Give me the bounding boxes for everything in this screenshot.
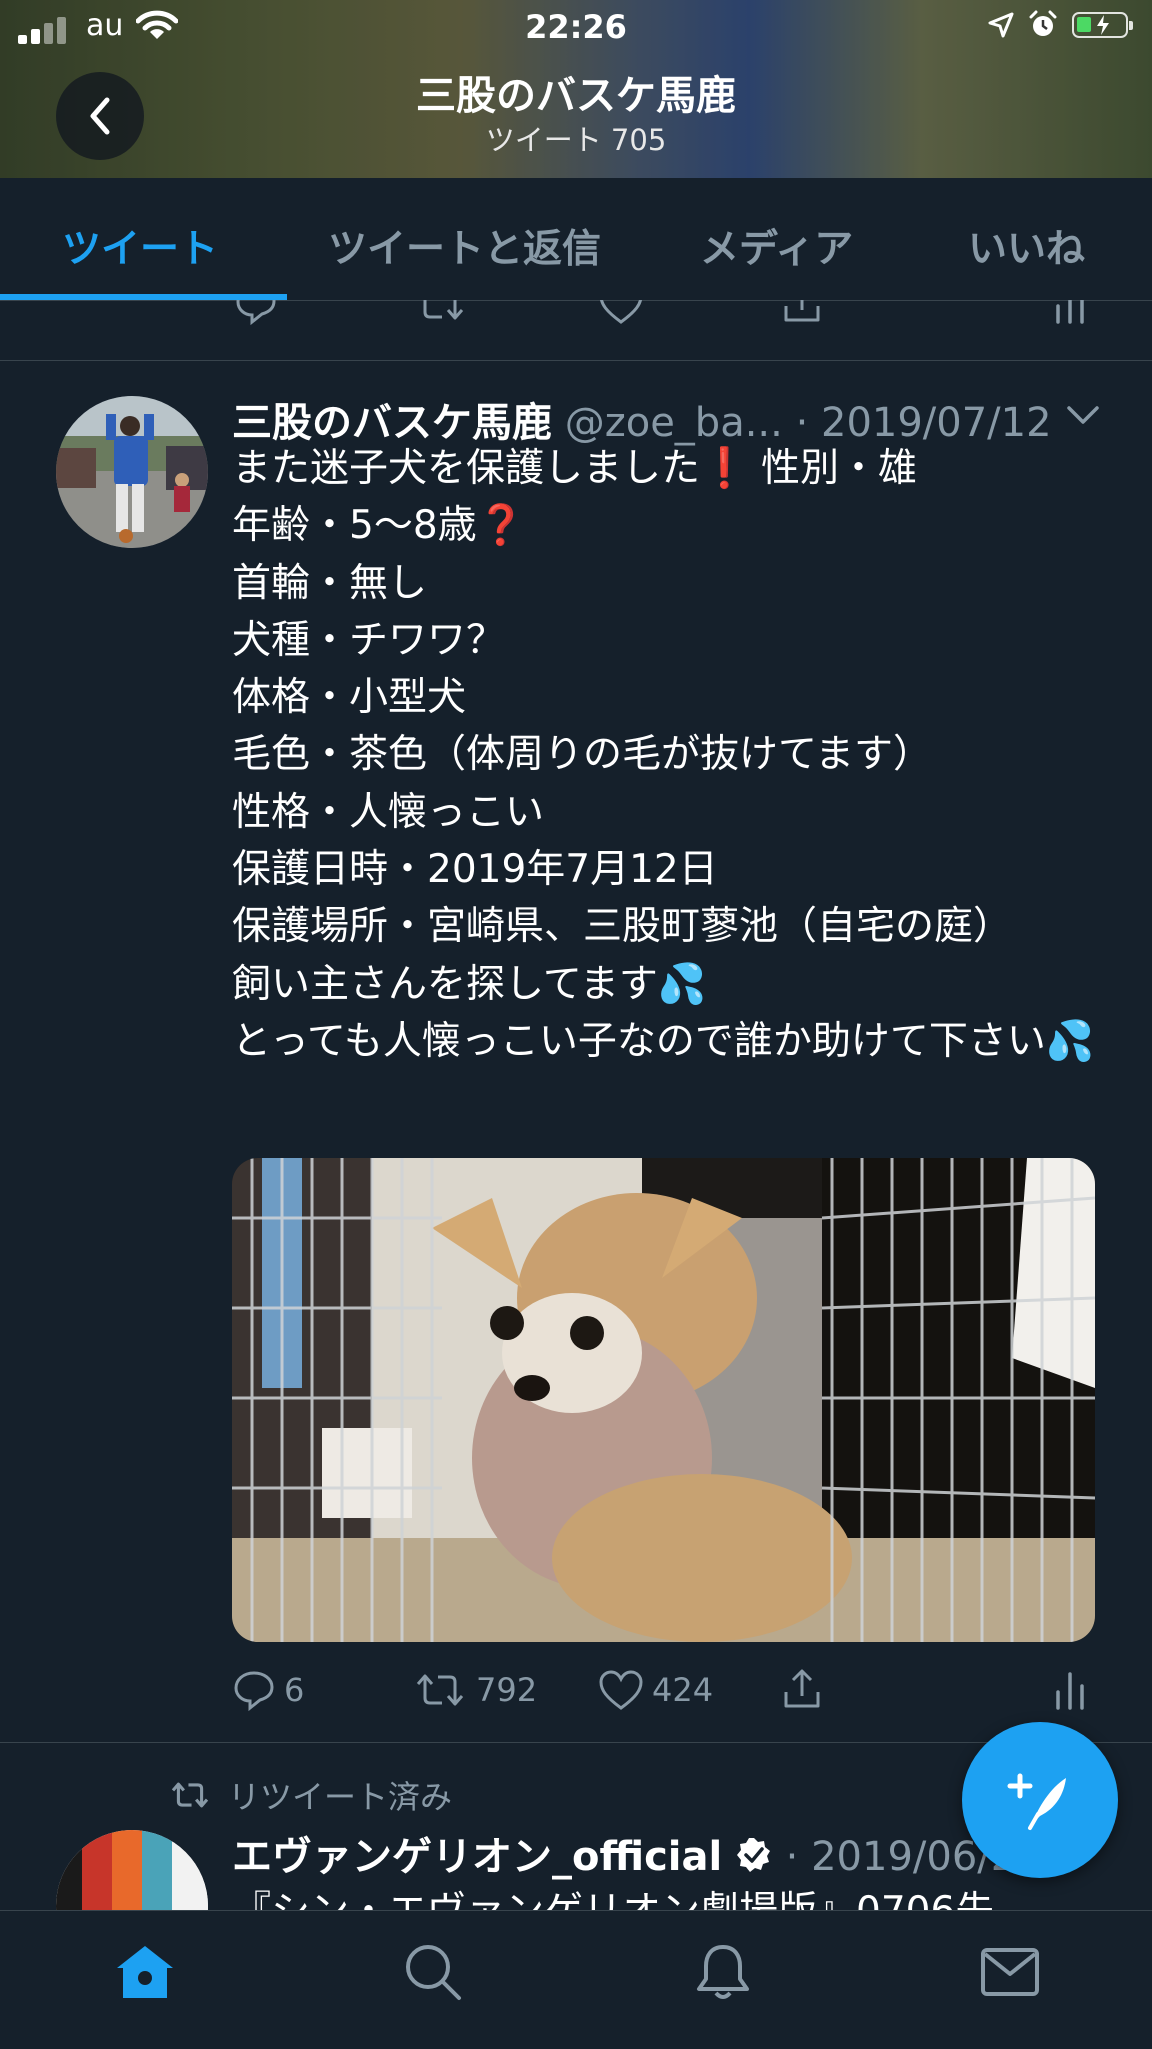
retweet-icon[interactable] [412, 300, 468, 326]
battery-icon [1072, 12, 1133, 38]
tab-tweets[interactable]: ツイート [62, 218, 218, 274]
alarm-icon [1029, 10, 1057, 36]
compose-icon [1007, 1773, 1066, 1830]
like-button[interactable]: 424 [598, 1668, 713, 1712]
nav-messages[interactable] [975, 1937, 1045, 2007]
tab-likes[interactable]: いいね [968, 218, 1085, 274]
nav-home[interactable] [110, 1937, 180, 2007]
home-icon [117, 1946, 173, 1998]
like-count: 424 [652, 1671, 714, 1709]
retweet-icon [171, 1782, 209, 1808]
retweeted-label: リツイート済み [168, 1772, 452, 1818]
previous-tweet-actions [232, 300, 1132, 332]
retweeted-label-text: リツイート済み [228, 1778, 453, 1816]
avatar[interactable] [56, 396, 208, 548]
analytics-icon[interactable] [1052, 300, 1088, 326]
dot-separator: · [785, 1834, 799, 1880]
like-icon[interactable] [598, 300, 644, 326]
reply-button[interactable]: 6 [232, 1668, 304, 1712]
share-button[interactable] [780, 1668, 824, 1712]
nav-notifications[interactable] [688, 1937, 758, 2007]
chevron-down-icon[interactable] [1066, 404, 1100, 426]
analytics-icon [1056, 1672, 1084, 1710]
retweet-icon [416, 1674, 464, 1706]
messages-icon [981, 1948, 1039, 1996]
tab-tweets-and-replies[interactable]: ツイートと返信 [328, 218, 601, 274]
profile-tabs: ツイート ツイートと返信 メディア いいね [0, 178, 1152, 301]
tweet-divider [0, 1742, 1152, 1743]
tweet-actions: 6 792 424 [232, 1668, 1132, 1718]
share-icon [784, 1669, 820, 1708]
analytics-button[interactable] [1052, 1668, 1088, 1712]
reply-icon [234, 1671, 274, 1712]
tab-media[interactable]: メディア [700, 218, 853, 274]
location-arrow-icon [988, 12, 1014, 38]
retweet-button[interactable]: 792 [412, 1668, 537, 1712]
tweet-count: ツイート 705 [485, 123, 667, 157]
tweet-photo[interactable] [232, 1158, 1095, 1642]
bottom-navigation [0, 1910, 1152, 2049]
avatar[interactable] [56, 1830, 208, 1910]
like-icon [599, 1670, 643, 1710]
verified-icon [736, 1838, 770, 1872]
profile-header-banner: au 22:26 三股のバスケ馬鹿 ツイート 705 [0, 0, 1152, 178]
tweet-feed[interactable]: 三股のバスケ馬鹿 @zoe_ba... · 2019/07/12 また迷子犬を保… [0, 300, 1152, 1910]
tweet-author-name[interactable]: エヴァンゲリオン_official [232, 1834, 722, 1880]
status-bar: au 22:26 [0, 0, 1152, 56]
tweet-text: 『シン・エヴァンゲリオン劇場版』0706先 [232, 1880, 994, 1910]
profile-name-title: 三股のバスケ馬鹿 [416, 73, 736, 119]
clock: 22:26 [525, 8, 627, 46]
reply-count: 6 [284, 1671, 305, 1709]
tweet-text: また迷子犬を保護しました❗️ 性別・雄 年齢・5〜8歳❓ 首輪・無し 犬種・チワ… [232, 446, 1095, 1064]
share-icon[interactable] [780, 300, 824, 326]
tweet-divider [0, 360, 1152, 361]
retweet-count: 792 [476, 1671, 538, 1709]
nav-search[interactable] [398, 1937, 468, 2007]
reply-icon[interactable] [234, 300, 278, 326]
search-icon [406, 1945, 461, 2000]
notifications-icon [697, 1945, 749, 1999]
compose-tweet-button[interactable] [962, 1722, 1118, 1878]
